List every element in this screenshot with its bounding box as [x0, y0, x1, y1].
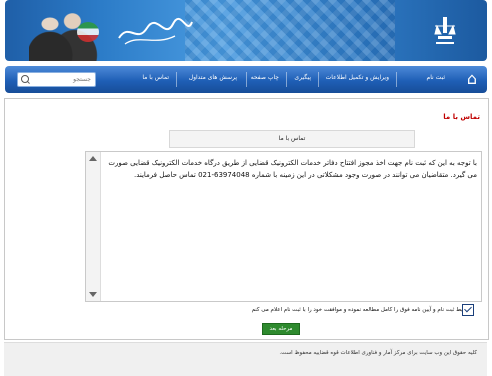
agreement-row: شرایط ثبت نام و آیین نامه فوق را کامل مط… — [251, 304, 484, 316]
agreement-checkbox[interactable] — [462, 304, 474, 316]
main-nav-bar: ⌂ ثبت نام ویرایش و تکمیل اطلاعات پیگیری … — [5, 66, 487, 93]
home-icon[interactable]: ⌂ — [463, 70, 481, 88]
nav-item-register[interactable]: ثبت نام — [427, 74, 446, 81]
terms-textarea[interactable]: با توجه به این که ثبت نام جهت اخذ مجوز ا… — [85, 151, 482, 302]
search-box[interactable] — [17, 72, 96, 87]
header-banner — [5, 0, 487, 61]
judiciary-emblem-icon — [434, 17, 456, 44]
tab-contact[interactable]: تماس با ما — [169, 130, 415, 148]
footer: کلیه حقوق این وب سایت برای مرکز آمار و ف… — [4, 342, 487, 376]
nav-separator — [318, 72, 319, 87]
nav-item-edit-info[interactable]: ویرایش و تکمیل اطلاعات — [326, 74, 389, 81]
search-input[interactable] — [25, 73, 95, 86]
banner-pattern — [185, 0, 395, 61]
calligraphy-logo — [118, 17, 193, 45]
nav-item-contact[interactable]: تماس با ما — [142, 74, 169, 81]
next-step-button[interactable]: مرحله بعد — [262, 323, 300, 335]
page-title: تماس با ما — [443, 113, 480, 121]
nav-item-print-page[interactable]: چاپ صفحه — [251, 74, 279, 81]
scroll-up-arrow-icon[interactable] — [89, 156, 97, 161]
nav-item-tracking[interactable]: پیگیری — [294, 74, 311, 81]
terms-text: با توجه به این که ثبت نام جهت اخذ مجوز ا… — [108, 159, 477, 179]
contact-panel: تماس با ما تماس با ما با توجه به این که … — [4, 98, 489, 340]
nav-separator — [396, 72, 397, 87]
nav-separator — [286, 72, 287, 87]
copyright-text: کلیه حقوق این وب سایت برای مرکز آمار و ف… — [279, 350, 477, 356]
tab-label: تماس با ما — [278, 135, 306, 142]
textarea-scrollbar[interactable] — [86, 152, 101, 301]
nav-item-faq[interactable]: پرسش های متداول — [189, 74, 237, 81]
nav-separator — [176, 72, 177, 87]
agreement-label: شرایط ثبت نام و آیین نامه فوق را کامل مط… — [251, 307, 472, 313]
nav-separator — [246, 72, 247, 87]
flag-emblem-icon — [77, 22, 99, 42]
scroll-down-arrow-icon[interactable] — [89, 292, 97, 297]
